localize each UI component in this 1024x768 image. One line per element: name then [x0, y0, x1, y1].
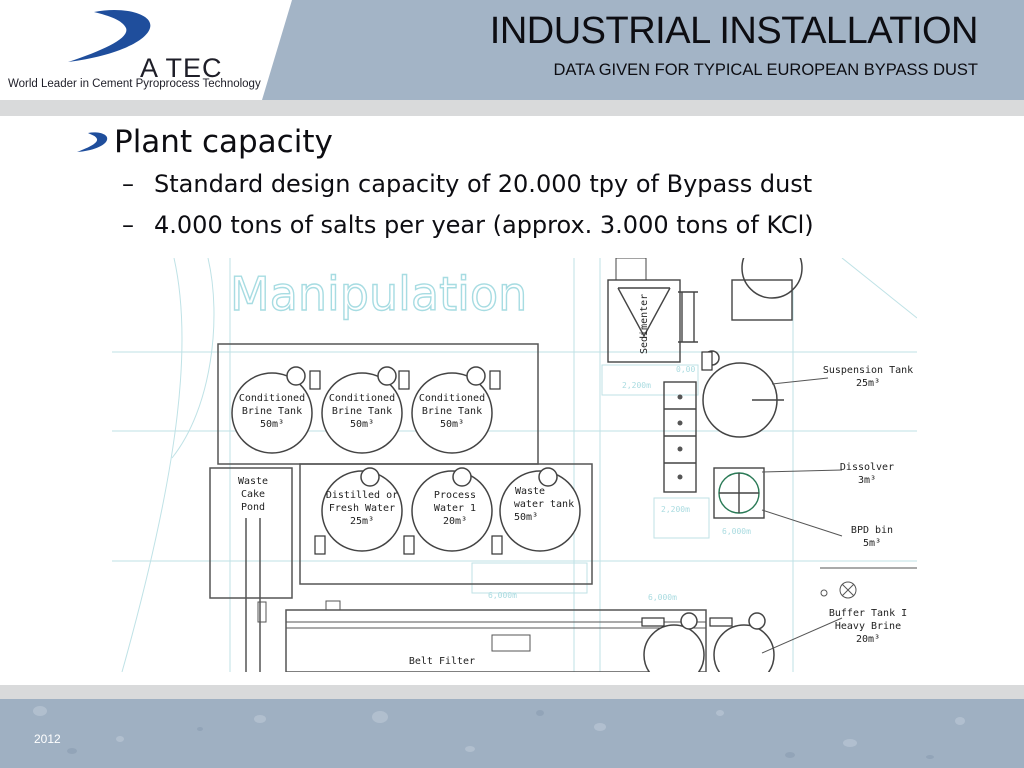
tank-label: 50m³: [350, 419, 374, 430]
tank-label: 20m³: [443, 516, 467, 527]
callout-label: 5m³: [863, 538, 881, 549]
callout-label: Heavy Brine: [835, 621, 901, 632]
footer-band: [0, 699, 1024, 768]
callout-label: 3m³: [858, 475, 876, 486]
tank-label: 50m³: [260, 419, 284, 430]
callout-label: Buffer Tank I: [829, 608, 907, 619]
sub-bullet-2-text: 4.000 tons of salts per year (approx. 3.…: [154, 211, 814, 239]
dimension-label: 2,200m: [661, 505, 690, 514]
callout-label: 25m³: [856, 378, 880, 389]
tank-label: Process: [434, 490, 476, 501]
pond-label: Cake: [241, 489, 265, 500]
pond-label: Pond: [241, 502, 265, 513]
tank-label: Conditioned: [419, 393, 485, 404]
belt-filter-label: Belt Filter: [409, 656, 475, 667]
dimension-label: 2,200m: [622, 381, 651, 390]
tank-label: Fresh Water: [329, 503, 395, 514]
tank-label: Brine Tank: [332, 406, 392, 417]
callout-label: Dissolver: [840, 462, 894, 473]
footer-texture: [0, 699, 1024, 768]
footer-divider: [0, 685, 1024, 699]
dimension-label: 6,000m: [488, 591, 517, 600]
slide-title: INDUSTRIAL INSTALLATION: [489, 10, 979, 52]
tank-label: Water 1: [434, 503, 476, 514]
sub-bullet-1: – Standard design capacity of 20.000 tpy …: [122, 170, 813, 198]
callout-label: 20m³: [856, 634, 880, 645]
sedimenter-label: Sedimenter: [639, 294, 650, 354]
tank-label: Waste: [515, 486, 545, 497]
tank-label: Conditioned: [239, 393, 305, 404]
tank-label: Brine Tank: [422, 406, 482, 417]
sub-bullet-2: –4.000 tons of salts per year (approx. 3…: [122, 211, 814, 239]
tank-label: water tank: [514, 499, 574, 510]
dimension-label: 0,00: [676, 365, 695, 374]
slide-subtitle: DATA GIVEN FOR TYPICAL EUROPEAN BYPASS D…: [553, 61, 978, 79]
bullet-heading: Plant capacity: [114, 124, 333, 160]
tank-label: Distilled or: [326, 490, 398, 501]
plant-layout-drawing: Manipulation Sedimenter Conditioned Brin…: [112, 258, 917, 672]
dimension-label: 6,000m: [722, 527, 751, 536]
pond-label: Waste: [238, 476, 268, 487]
dimension-label: 6,000m: [648, 593, 677, 602]
tank-label: Brine Tank: [242, 406, 302, 417]
tank-label: 50m³: [440, 419, 464, 430]
callout-label: Suspension Tank: [823, 365, 913, 376]
callout-label: BPD bin: [851, 525, 893, 536]
bullet-plant-capacity: Plant capacity: [76, 124, 333, 160]
slide-header: A TEC World Leader in Cement Pyroprocess…: [0, 0, 1024, 100]
header-divider: [0, 100, 1024, 116]
sub-bullet-1-text: Standard design capacity of 20.000 tpy o…: [154, 170, 813, 198]
area-label: Manipulation: [230, 267, 527, 321]
footer-year: 2012: [34, 732, 61, 746]
logo-tagline: World Leader in Cement Pyroprocess Techn…: [8, 78, 261, 90]
swoosh-bullet-icon: [77, 132, 108, 152]
tank-label: Conditioned: [329, 393, 395, 404]
tank-label: 25m³: [350, 516, 374, 527]
tank-label: 50m³: [514, 512, 538, 523]
